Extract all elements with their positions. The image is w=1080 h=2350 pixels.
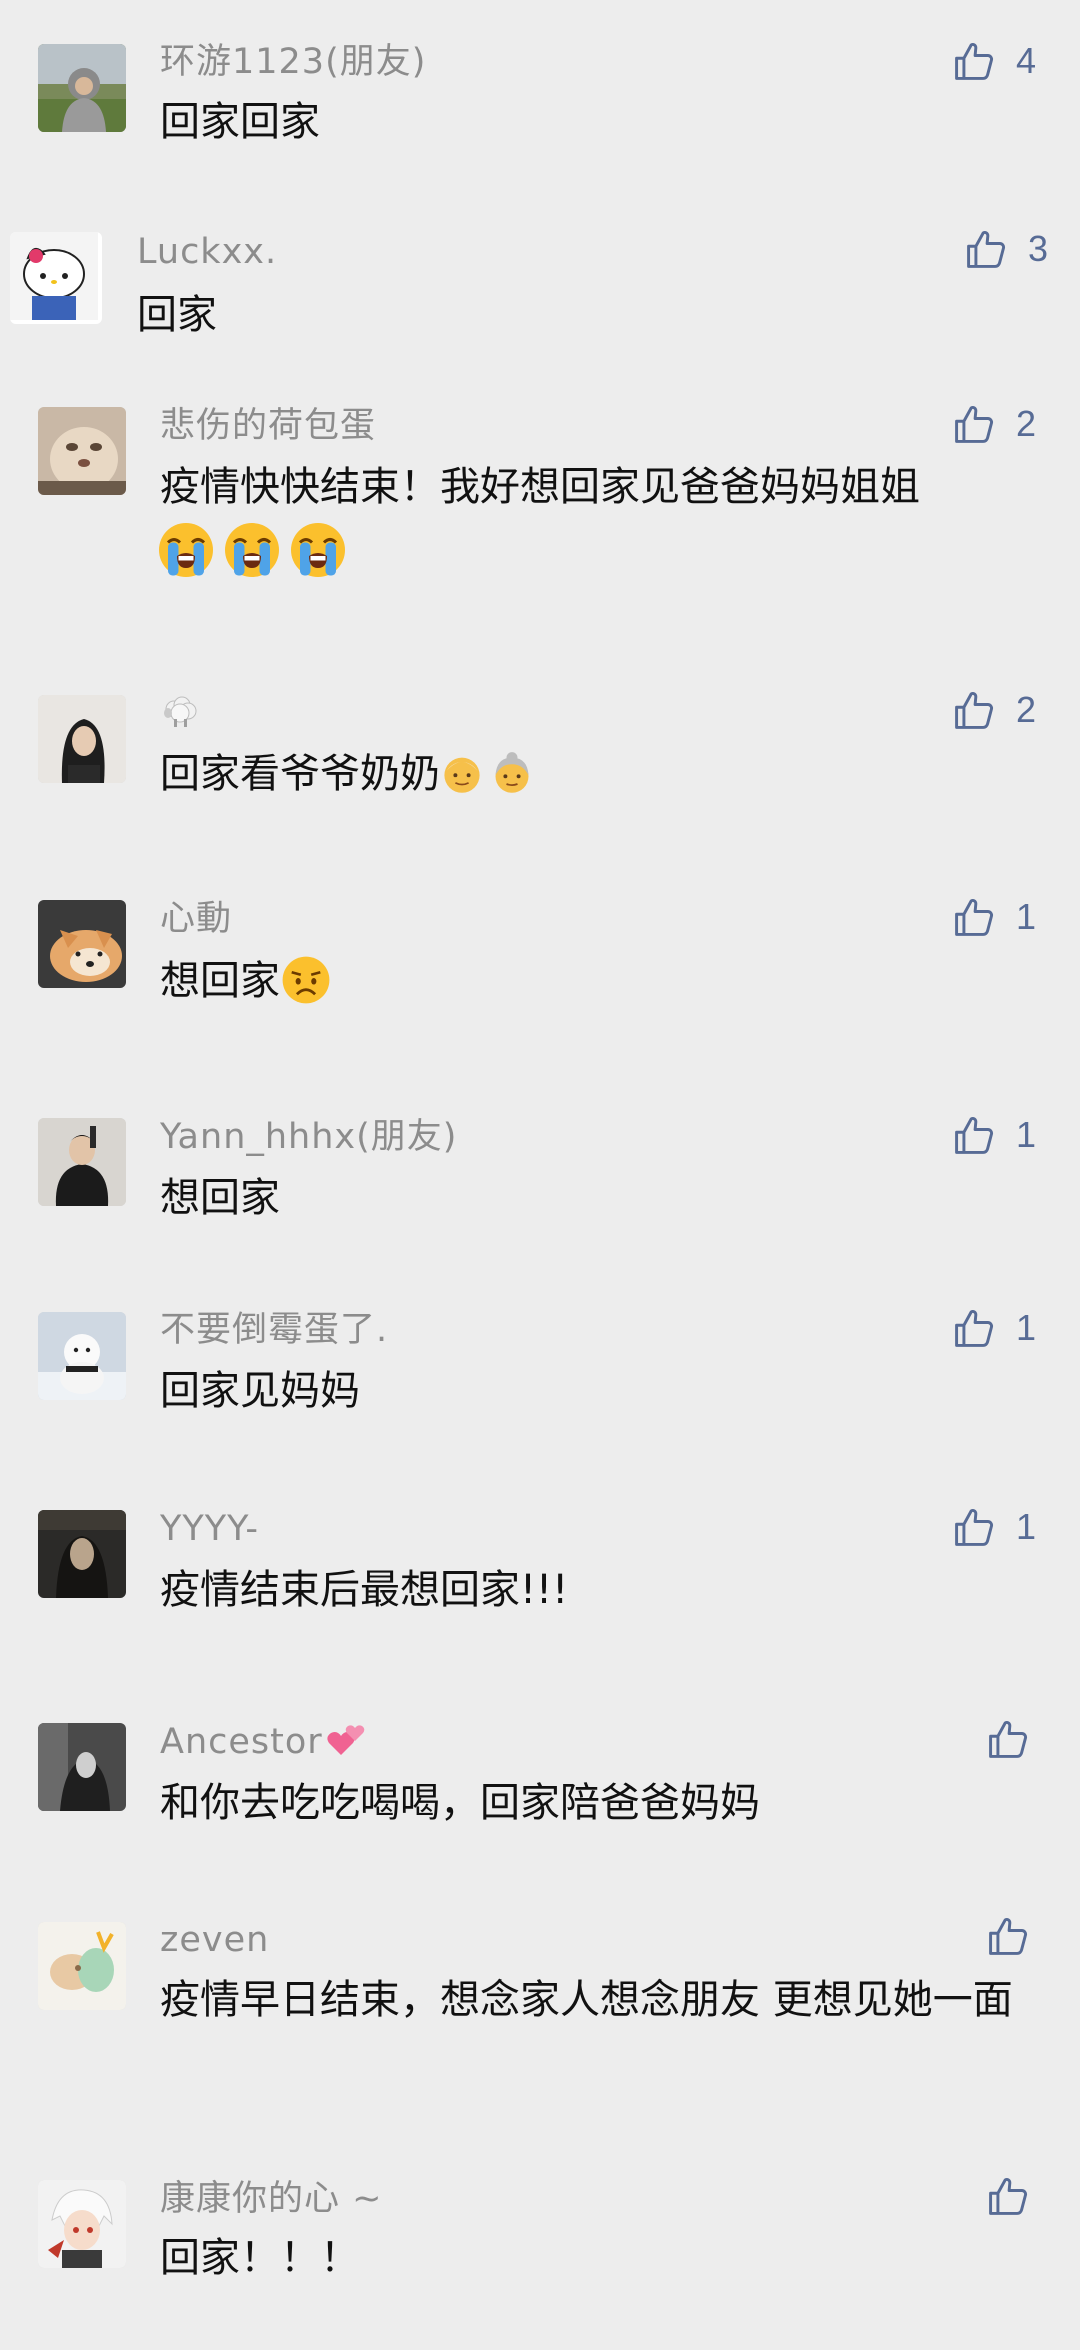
commenter-name[interactable]: YYYY-	[160, 1507, 259, 1551]
loudly-crying-emoji	[288, 520, 348, 580]
commenter-name-text: Ancestor	[160, 1722, 323, 1762]
avatar[interactable]	[38, 44, 126, 132]
commenter-name[interactable]	[160, 690, 206, 734]
comment-text-content: 想回家	[160, 958, 280, 1004]
like-count: 1	[1016, 1307, 1037, 1348]
old-man-emoji	[440, 751, 484, 795]
thumbs-up-icon	[967, 231, 1006, 268]
like-count: 1	[1016, 1506, 1037, 1547]
loudly-crying-emoji	[222, 520, 282, 580]
thumbs-up-icon	[989, 1918, 1028, 1955]
like-button[interactable]	[986, 2171, 1050, 2221]
like-button[interactable]	[986, 1911, 1050, 1961]
sheep-emoji	[160, 691, 200, 731]
avatar[interactable]	[38, 2180, 126, 2268]
thumbs-up-icon	[955, 1117, 994, 1154]
commenter-name[interactable]: zeven	[160, 1918, 269, 1962]
commenter-name[interactable]: 康康你的心 ~	[160, 2177, 382, 2221]
comment-text: 疫情快快结束！我好想回家见爸爸妈妈姐姐	[160, 464, 920, 510]
like-count: 2	[1016, 403, 1037, 444]
like-button[interactable]: 1	[952, 1303, 1036, 1353]
commenter-name[interactable]: Luckxx.	[137, 230, 277, 274]
like-button[interactable]	[986, 1714, 1050, 1764]
comment-text: 和你去吃吃喝喝，回家陪爸爸妈妈	[160, 1780, 760, 1826]
like-button[interactable]: 2	[952, 399, 1036, 449]
comment-text: 想回家	[160, 1175, 280, 1221]
comment-text-content: 回家看爷爷奶奶	[160, 751, 440, 797]
like-button[interactable]: 1	[952, 892, 1036, 942]
avatar[interactable]	[38, 900, 126, 988]
like-button[interactable]: 1	[952, 1502, 1036, 1552]
thumbs-up-icon	[955, 406, 994, 443]
like-button[interactable]: 3	[964, 224, 1048, 274]
thumbs-up-icon	[989, 2178, 1028, 2215]
commenter-name[interactable]: Yann_hhhx(朋友)	[160, 1115, 457, 1159]
loudly-crying-emoji	[156, 520, 216, 580]
old-woman-emoji	[490, 751, 534, 795]
like-count: 2	[1016, 689, 1037, 730]
thumbs-up-icon	[955, 692, 994, 729]
comment-text: 回家见妈妈	[160, 1368, 360, 1414]
comment-text: 疫情结束后最想回家!!!	[160, 1567, 569, 1613]
avatar[interactable]	[38, 407, 126, 495]
commenter-name[interactable]: 心動	[160, 897, 232, 941]
thumbs-up-icon	[989, 1721, 1028, 1758]
commenter-name[interactable]: Ancestor	[160, 1720, 371, 1764]
commenter-name[interactable]: 不要倒霉蛋了.	[160, 1308, 388, 1352]
like-button[interactable]: 1	[952, 1110, 1036, 1160]
like-button[interactable]: 4	[952, 36, 1036, 86]
comment-text: 回家看爷爷奶奶	[160, 744, 1060, 804]
two-hearts-emoji	[325, 1721, 365, 1761]
commenter-name[interactable]: 悲伤的荷包蛋	[160, 404, 376, 448]
comment-list: 环游1123(朋友) 回家回家 4 Luckxx. 回家 3 悲伤的荷包蛋 疫情…	[0, 0, 1080, 2350]
comment-emoji-row	[156, 520, 354, 580]
like-count: 3	[1028, 228, 1049, 269]
comment-text: 想回家	[160, 951, 1060, 1011]
commenter-name[interactable]: 环游1123(朋友)	[160, 40, 426, 84]
avatar[interactable]	[10, 232, 102, 324]
comment-text: 疫情早日结束，想念家人想念朋友 更想见她一面	[160, 1977, 1013, 2023]
like-count: 4	[1016, 40, 1037, 81]
avatar[interactable]	[38, 1510, 126, 1598]
comment-text: 回家！！！	[160, 2235, 360, 2281]
avatar[interactable]	[38, 695, 126, 783]
thumbs-up-icon	[955, 899, 994, 936]
like-count: 1	[1016, 1114, 1037, 1155]
thumbs-up-icon	[955, 1310, 994, 1347]
thumbs-up-icon	[955, 43, 994, 80]
avatar[interactable]	[38, 1723, 126, 1811]
worried-face-emoji	[280, 954, 332, 1006]
thumbs-up-icon	[955, 1509, 994, 1546]
comment-text: 回家回家	[160, 99, 320, 145]
like-button[interactable]: 2	[952, 685, 1036, 735]
comment-text: 回家	[137, 292, 217, 338]
like-count: 1	[1016, 896, 1037, 937]
avatar[interactable]	[38, 1312, 126, 1400]
avatar[interactable]	[38, 1118, 126, 1206]
avatar[interactable]	[38, 1922, 126, 2010]
